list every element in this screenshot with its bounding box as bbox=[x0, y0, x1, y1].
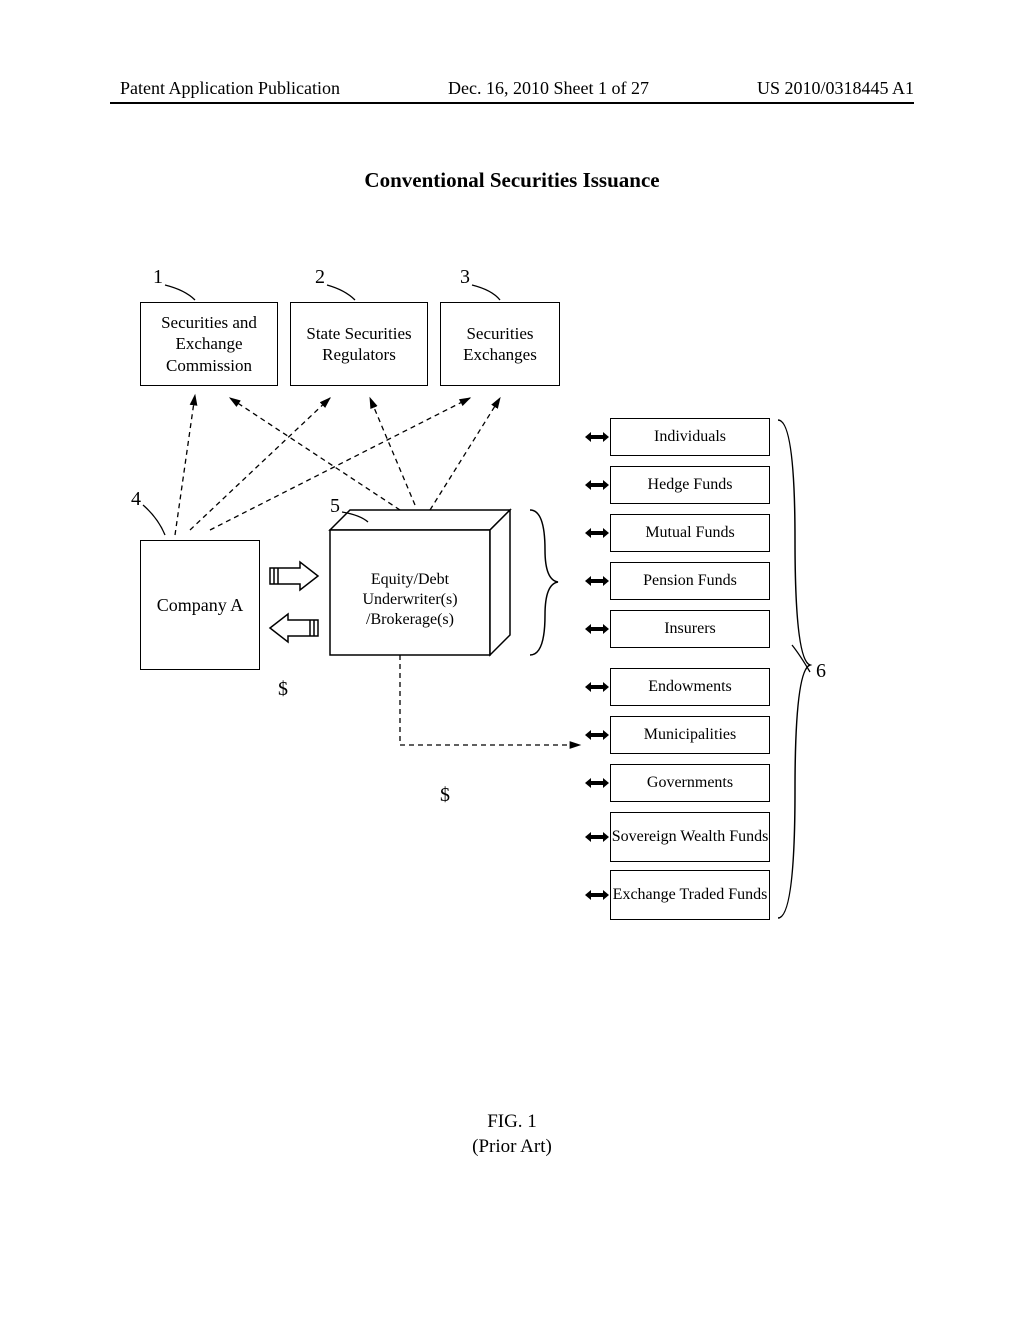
box-sec: Securities and Exchange Commission bbox=[140, 302, 278, 386]
header-rule bbox=[110, 102, 914, 104]
header-right: US 2010/0318445 A1 bbox=[757, 78, 914, 99]
ref-3: 3 bbox=[460, 266, 470, 289]
figure-caption: FIG. 1 (Prior Art) bbox=[0, 1110, 1024, 1159]
dollar-sign-1: $ bbox=[278, 678, 288, 701]
ref-1: 1 bbox=[153, 266, 163, 289]
page-header: Patent Application Publication Dec. 16, … bbox=[0, 78, 1024, 99]
investor-sovereign-wealth: Sovereign Wealth Funds bbox=[610, 812, 770, 862]
ref-5: 5 bbox=[330, 495, 340, 518]
figure-note: (Prior Art) bbox=[0, 1135, 1024, 1160]
investor-insurers: Insurers bbox=[610, 610, 770, 648]
header-left: Patent Application Publication bbox=[120, 78, 340, 99]
investor-etf: Exchange Traded Funds bbox=[610, 870, 770, 920]
investor-endowments: Endowments bbox=[610, 668, 770, 706]
ref-4: 4 bbox=[131, 488, 141, 511]
investor-individuals: Individuals bbox=[610, 418, 770, 456]
investor-governments: Governments bbox=[610, 764, 770, 802]
box-exchanges: Securities Exchanges bbox=[440, 302, 560, 386]
ref-2: 2 bbox=[315, 266, 325, 289]
investor-pension-funds: Pension Funds bbox=[610, 562, 770, 600]
investor-municipalities: Municipalities bbox=[610, 716, 770, 754]
box-underwriter: Equity/Debt Underwriter(s) /Brokerage(s) bbox=[340, 570, 480, 630]
ref-6: 6 bbox=[816, 660, 826, 683]
figure-number: FIG. 1 bbox=[0, 1110, 1024, 1135]
dollar-sign-2: $ bbox=[440, 784, 450, 807]
header-center: Dec. 16, 2010 Sheet 1 of 27 bbox=[448, 78, 649, 99]
diagram-title: Conventional Securities Issuance bbox=[0, 168, 1024, 193]
investor-mutual-funds: Mutual Funds bbox=[610, 514, 770, 552]
box-company-a: Company A bbox=[140, 540, 260, 670]
box-state-regulators: State Securities Regulators bbox=[290, 302, 428, 386]
investor-hedge-funds: Hedge Funds bbox=[610, 466, 770, 504]
